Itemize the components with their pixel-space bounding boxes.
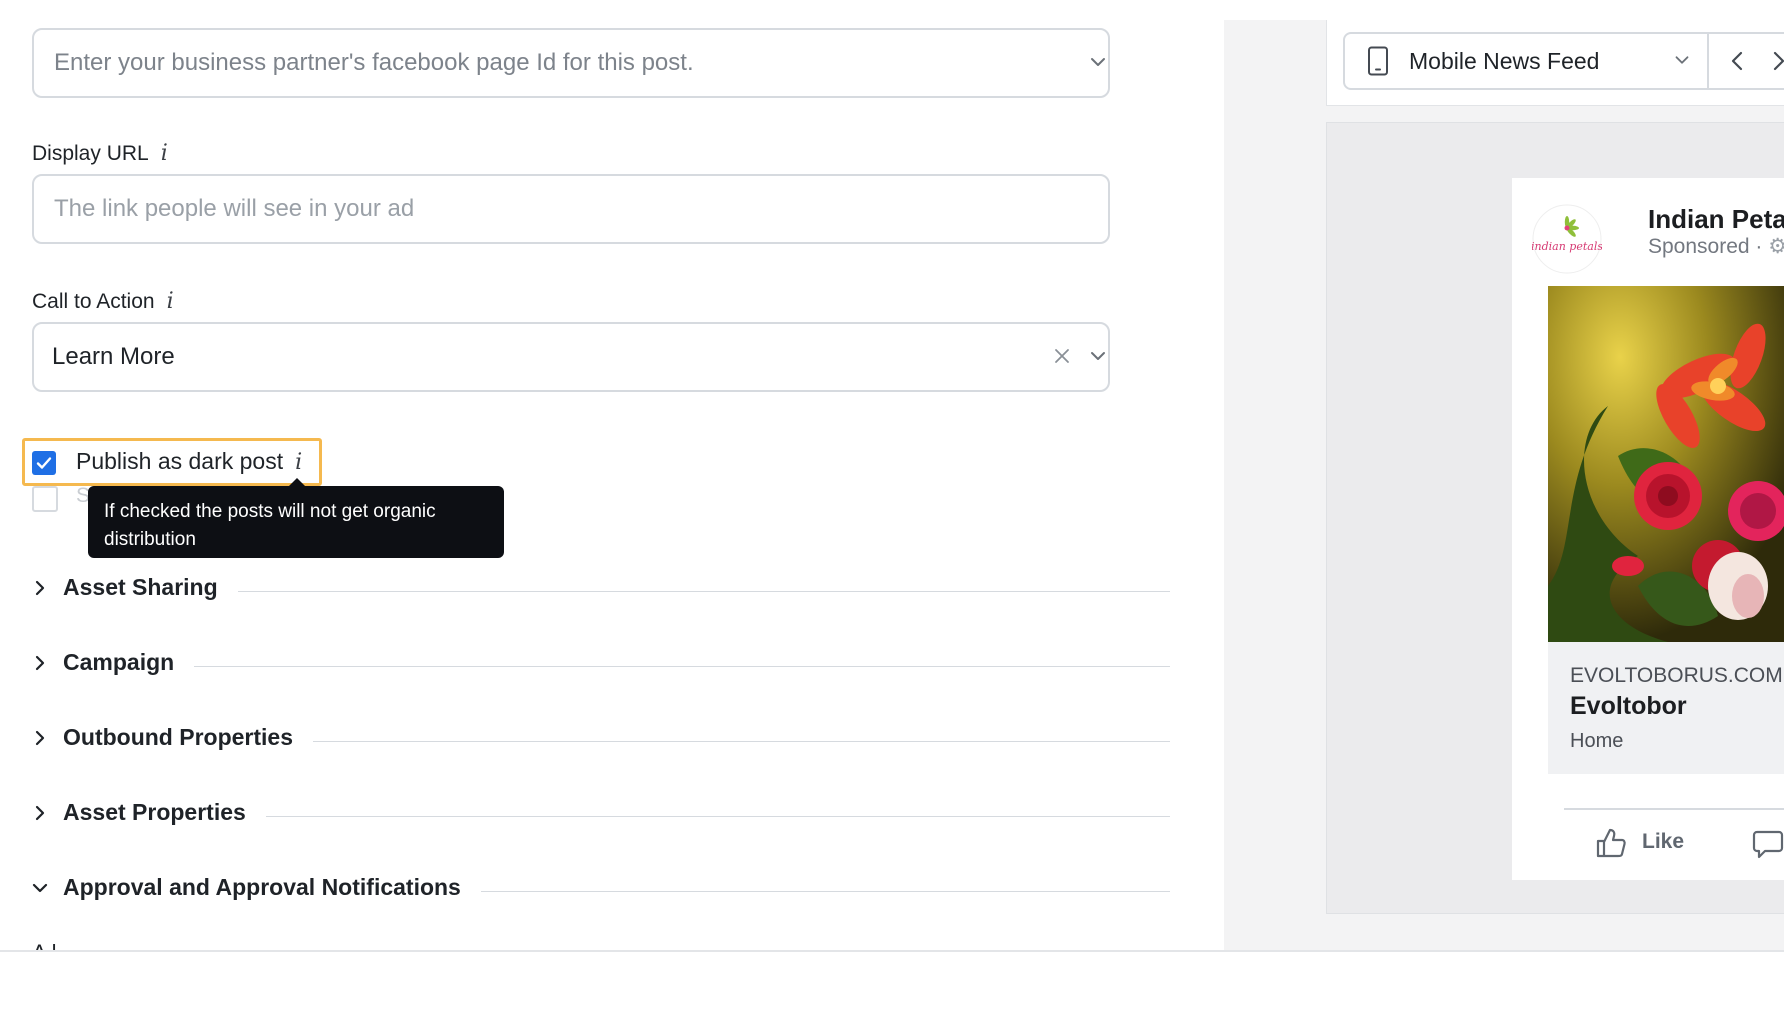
display-url-input[interactable]: The link people will see in your ad [32,174,1110,244]
chevron-right-icon[interactable] [30,728,50,748]
gear-icon: ⚙ [1768,235,1784,258]
preview-toolbar: Mobile News Feed [1326,20,1784,106]
display-url-placeholder: The link people will see in your ad [54,195,415,222]
secondary-checkbox[interactable] [32,486,58,512]
chevron-right-icon[interactable] [30,578,50,598]
like-button[interactable]: Like [1642,830,1684,854]
chevron-right-icon[interactable] [1765,46,1784,76]
facebook-post-card: indian petals Indian Petal Sponsored · ⚙ [1512,178,1784,880]
placement-select[interactable]: Mobile News Feed [1343,32,1784,90]
page-logo: indian petals [1532,204,1602,274]
clear-icon[interactable] [1050,344,1074,368]
chevron-right-icon[interactable] [30,803,50,823]
call-to-action-select[interactable]: Learn More [32,322,1110,392]
partner-page-select[interactable]: Enter your business partner's facebook p… [32,28,1110,98]
ad-preview-pane: Mobile News Feed indian petals Indian Pe… [1224,20,1784,950]
sponsored-text: Sponsored · [1648,235,1769,258]
placement-value: Mobile News Feed [1409,48,1600,74]
chevron-down-icon[interactable] [1086,50,1110,74]
chevron-left-icon[interactable] [1725,46,1751,76]
link-preview[interactable]: EVOLTOBORUS.COM Evoltobor Home [1548,642,1784,774]
comment-icon[interactable] [1752,828,1784,860]
ad-flower-image[interactable] [1548,286,1784,642]
partner-page-placeholder: Enter your business partner's facebook p… [54,49,694,76]
dark-post-label[interactable]: Publish as dark post i [76,448,302,475]
info-icon[interactable]: i [161,141,168,166]
section-asset-properties[interactable]: Asset Properties [30,793,1170,833]
link-headline: Evoltobor [1570,692,1687,720]
chevron-down-icon[interactable] [1671,49,1693,71]
cut-off-label: A l [32,940,56,950]
call-to-action-label: Call to Action i [32,289,174,314]
call-to-action-label-text: Call to Action [32,290,155,313]
display-url-label: Display URL i [32,141,168,166]
section-campaign[interactable]: Campaign [30,643,1170,683]
section-title[interactable]: Outbound Properties [63,724,313,751]
bottom-border [0,950,1784,952]
dark-post-tooltip: If checked the posts will not get organi… [88,486,504,558]
section-approval-notifications[interactable]: Approval and Approval Notifications [30,868,1170,908]
info-icon[interactable]: i [295,450,302,475]
page-name[interactable]: Indian Petal [1648,204,1784,235]
sponsored-label: Sponsored · ⚙ [1648,234,1784,259]
dark-post-label-text: Publish as dark post [76,448,284,474]
chevron-right-icon[interactable] [30,653,50,673]
check-icon [36,457,52,469]
info-icon[interactable]: i [167,289,174,314]
section-title[interactable]: Campaign [63,649,195,676]
section-asset-sharing[interactable]: Asset Sharing [30,568,1170,608]
ad-settings-form: Enter your business partner's facebook p… [0,0,1224,950]
section-divider [63,666,1170,667]
chevron-down-icon[interactable] [1086,344,1110,368]
logo-text: indian petals [1532,240,1602,253]
section-outbound-properties[interactable]: Outbound Properties [30,718,1170,758]
chevron-down-icon[interactable] [30,878,50,898]
phone-icon [1368,46,1388,76]
section-title[interactable]: Approval and Approval Notifications [63,874,481,901]
select-divider [1707,32,1709,90]
link-domain: EVOLTOBORUS.COM [1570,664,1783,687]
action-divider [1564,808,1784,810]
section-title[interactable]: Asset Sharing [63,574,238,601]
link-description: Home [1570,730,1624,752]
dark-post-checkbox[interactable] [32,451,56,475]
display-url-label-text: Display URL [32,142,149,165]
call-to-action-value: Learn More [52,343,175,370]
section-title[interactable]: Asset Properties [63,799,266,826]
like-icon[interactable] [1594,826,1628,860]
